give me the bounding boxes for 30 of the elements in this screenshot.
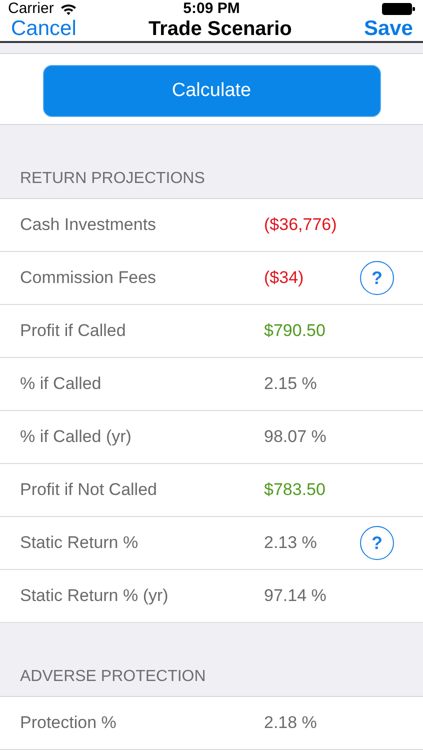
row-label: Profit if Called (20, 321, 127, 341)
section-header: ADVERSE PROTECTION (20, 668, 206, 686)
carrier-label: Carrier (8, 0, 54, 17)
wifi-icon (60, 2, 77, 14)
row-value: 97.14 % (264, 586, 328, 606)
row-label: Static Return % (20, 533, 140, 553)
status-time: 5:09 PM (183, 0, 240, 17)
cancel-button[interactable]: Cancel (11, 17, 76, 41)
row-label: Cash Investments (20, 215, 158, 235)
row-value: $783.50 (264, 480, 326, 500)
row-value: ($36,776) (264, 215, 338, 235)
row-value: ($34) (264, 268, 305, 288)
row-value: $790.50 (264, 321, 326, 341)
row-label: Profit if Not Called (20, 480, 158, 500)
row-value: 2.15 % (264, 374, 318, 394)
save-button[interactable]: Save (364, 17, 413, 41)
help-button[interactable]: ? (360, 526, 394, 560)
section-header: RETURN PROJECTIONS (20, 170, 205, 188)
row-label: % if Called (20, 374, 102, 394)
row-value: 2.18 % (264, 713, 318, 733)
row-label: Commission Fees (20, 268, 158, 288)
row-label: Static Return % (yr) (20, 586, 170, 606)
row-value: 2.13 % (264, 533, 318, 553)
battery-icon (382, 2, 415, 14)
screen-title: Trade Scenario (148, 18, 292, 40)
row-label: % if Called (yr) (20, 427, 132, 447)
row-label: Protection % (20, 713, 118, 733)
row-value: 98.07 % (264, 427, 328, 447)
help-button[interactable]: ? (360, 261, 394, 295)
calculate-button[interactable]: Calculate (42, 65, 380, 117)
